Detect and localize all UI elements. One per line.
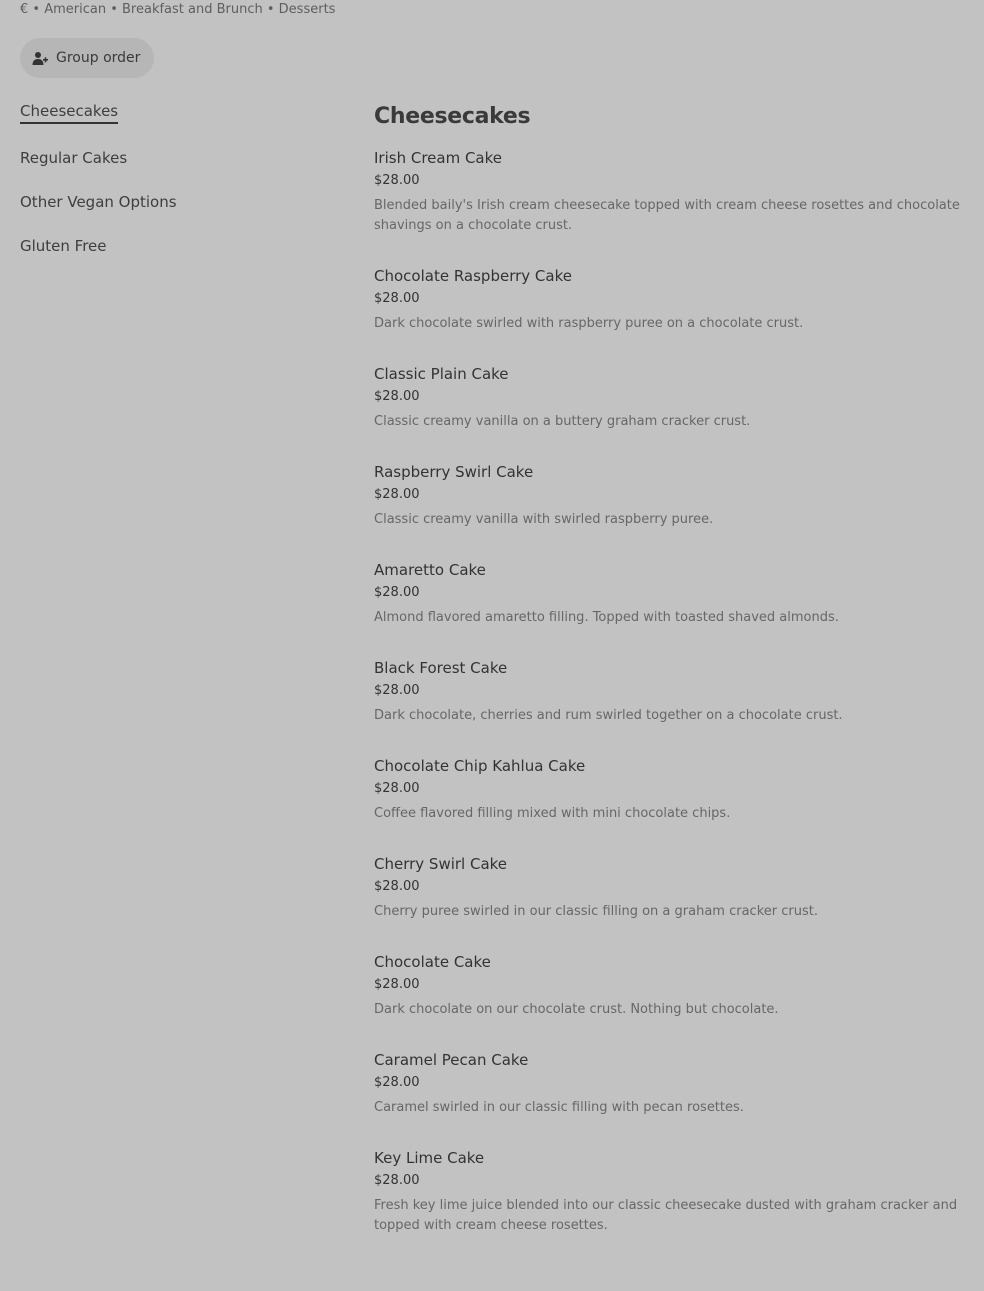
item-name: Chocolate Raspberry Cake (374, 267, 572, 285)
item-name: Cherry Swirl Cake (374, 855, 508, 873)
nav-item-other-vegan-options[interactable]: Other Vegan Options (20, 192, 177, 212)
item-name: Chocolate Cake (374, 953, 491, 971)
menu-item[interactable]: Chocolate Raspberry Cake $28.00 Dark cho… (374, 266, 964, 334)
group-order-label: Group order (56, 50, 141, 66)
add-person-icon (32, 50, 48, 66)
nav-item-gluten-free[interactable]: Gluten Free (20, 236, 177, 256)
menu-item[interactable]: Raspberry Swirl Cake $28.00 Classic crea… (374, 462, 964, 530)
item-description: Dark chocolate on our chocolate crust. N… (374, 1002, 779, 1017)
menu-item[interactable]: Caramel Pecan Cake $28.00 Caramel swirle… (374, 1050, 964, 1118)
item-price: $28.00 (374, 173, 420, 188)
item-description: Coffee flavored filling mixed with mini … (374, 806, 731, 821)
item-description: Dark chocolate, cherries and rum swirled… (374, 708, 843, 723)
item-description: Classic creamy vanilla with swirled rasp… (374, 512, 714, 527)
item-price: $28.00 (374, 879, 420, 894)
item-description: Blended baily's Irish cream cheesecake t… (374, 198, 960, 233)
item-name: Irish Cream Cake (374, 149, 503, 167)
group-order-button[interactable]: Group order (20, 38, 154, 78)
menu-item[interactable]: Chocolate Chip Kahlua Cake $28.00 Coffee… (374, 756, 964, 824)
category-nav: Cheesecakes Regular Cakes Other Vegan Op… (20, 98, 177, 280)
menu-item[interactable]: Cherry Swirl Cake $28.00 Cherry puree sw… (374, 854, 964, 922)
item-price: $28.00 (374, 585, 420, 600)
item-price: $28.00 (374, 389, 420, 404)
item-name: Key Lime Cake (374, 1149, 485, 1167)
menu-item[interactable]: Key Lime Cake $28.00 Fresh key lime juic… (374, 1148, 964, 1236)
item-price: $28.00 (374, 1075, 420, 1090)
nav-item-regular-cakes[interactable]: Regular Cakes (20, 148, 177, 168)
menu-section: Cheesecakes Irish Cream Cake $28.00 Blen… (374, 100, 964, 1266)
menu-item[interactable]: Amaretto Cake $28.00 Almond flavored ama… (374, 560, 964, 628)
item-name: Raspberry Swirl Cake (374, 463, 534, 481)
item-name: Classic Plain Cake (374, 365, 509, 383)
nav-item-cheesecakes[interactable]: Cheesecakes (20, 101, 119, 124)
item-description: Classic creamy vanilla on a buttery grah… (374, 414, 751, 429)
item-description: Almond flavored amaretto filling. Topped… (374, 610, 839, 625)
item-price: $28.00 (374, 977, 420, 992)
item-price: $28.00 (374, 1173, 420, 1188)
restaurant-tags: € • American • Breakfast and Brunch • De… (20, 2, 336, 17)
menu-item[interactable]: Black Forest Cake $28.00 Dark chocolate,… (374, 658, 964, 726)
item-description: Dark chocolate swirled with raspberry pu… (374, 316, 804, 331)
menu-item[interactable]: Irish Cream Cake $28.00 Blended baily's … (374, 148, 964, 236)
item-name: Black Forest Cake (374, 659, 508, 677)
menu-item[interactable]: Classic Plain Cake $28.00 Classic creamy… (374, 364, 964, 432)
item-description: Cherry puree swirled in our classic fill… (374, 904, 818, 919)
item-name: Chocolate Chip Kahlua Cake (374, 757, 586, 775)
item-price: $28.00 (374, 291, 420, 306)
item-price: $28.00 (374, 781, 420, 796)
item-name: Amaretto Cake (374, 561, 486, 579)
menu-item[interactable]: Chocolate Cake $28.00 Dark chocolate on … (374, 952, 964, 1020)
item-description: Fresh key lime juice blended into our cl… (374, 1198, 958, 1233)
item-price: $28.00 (374, 683, 420, 698)
section-title: Cheesecakes (374, 104, 531, 129)
item-name: Caramel Pecan Cake (374, 1051, 529, 1069)
item-description: Caramel swirled in our classic filling w… (374, 1100, 744, 1115)
item-price: $28.00 (374, 487, 420, 502)
